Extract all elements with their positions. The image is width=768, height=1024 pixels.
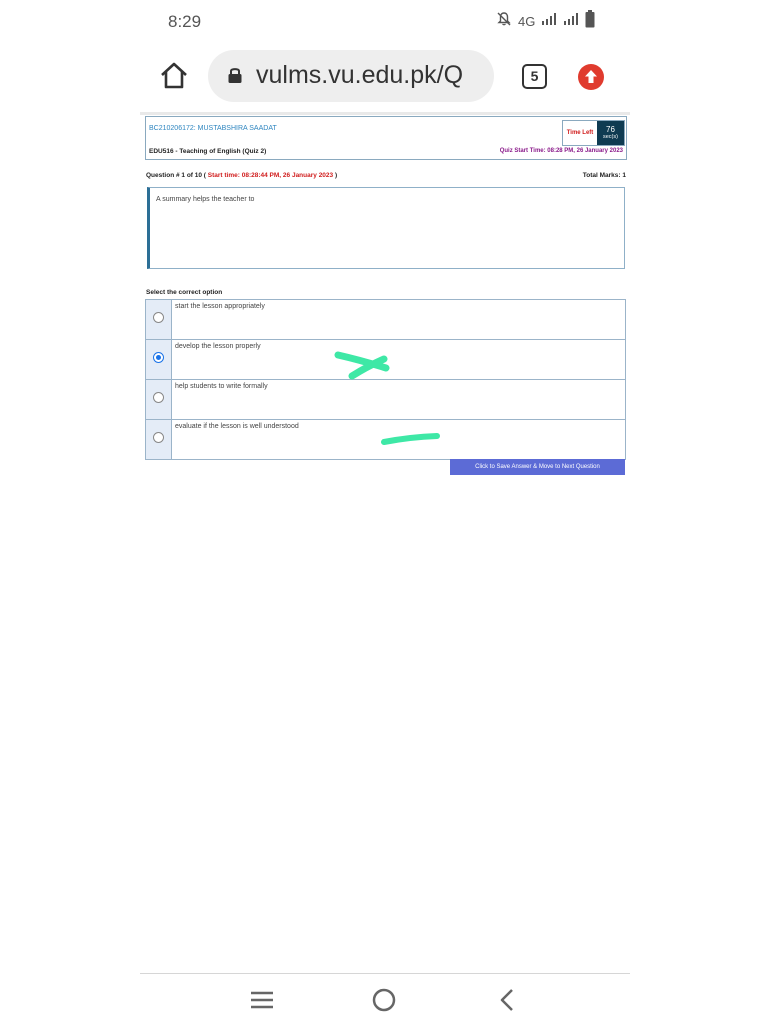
time-left-value: 76 sec(s) bbox=[597, 121, 624, 145]
quiz-start-time: Quiz Start Time: 08:28 PM, 26 January 20… bbox=[499, 148, 623, 154]
time-left-number: 76 bbox=[606, 125, 615, 134]
nav-divider bbox=[140, 973, 630, 974]
status-icons: 4G bbox=[496, 9, 595, 33]
question-number: Question # 1 of 10 ( bbox=[146, 172, 206, 179]
radio-cell bbox=[146, 340, 172, 379]
radio-cell bbox=[146, 420, 172, 459]
question-info-close: ) bbox=[334, 172, 338, 179]
home-button[interactable] bbox=[158, 60, 190, 92]
radio-cell bbox=[146, 300, 172, 339]
lock-icon bbox=[227, 66, 243, 89]
student-name: BC210206172: MUSTABSHIRA SAADAT bbox=[149, 125, 277, 132]
option-radio[interactable] bbox=[153, 352, 164, 363]
question-info: Question # 1 of 10 ( Start time: 08:28:4… bbox=[146, 172, 337, 179]
signal-icon bbox=[563, 12, 579, 31]
battery-icon bbox=[585, 9, 595, 33]
update-button[interactable] bbox=[578, 64, 604, 90]
page-divider bbox=[140, 112, 630, 115]
recents-button[interactable] bbox=[247, 985, 277, 1015]
radio-cell bbox=[146, 380, 172, 419]
quiz-header: BC210206172: MUSTABSHIRA SAADAT EDU516 -… bbox=[145, 116, 627, 160]
total-marks: Total Marks: 1 bbox=[582, 172, 626, 179]
option-radio[interactable] bbox=[153, 392, 164, 403]
menu-icon bbox=[251, 991, 273, 1009]
option-radio[interactable] bbox=[153, 312, 164, 323]
option-row[interactable]: help students to write formally bbox=[146, 380, 625, 420]
select-option-label: Select the correct option bbox=[146, 289, 223, 296]
bell-off-icon bbox=[496, 11, 512, 32]
option-label: develop the lesson properly bbox=[175, 343, 261, 350]
back-icon bbox=[500, 989, 513, 1011]
option-label: help students to write formally bbox=[175, 383, 268, 390]
status-time: 8:29 bbox=[168, 12, 202, 31]
option-radio[interactable] bbox=[153, 432, 164, 443]
course-title: EDU516 - Teaching of English (Quiz 2) bbox=[149, 148, 267, 155]
time-left-label: Time Left bbox=[563, 121, 597, 145]
time-left-box: Time Left 76 sec(s) bbox=[562, 120, 625, 146]
tab-switcher-button[interactable]: 5 bbox=[522, 64, 547, 89]
url-text: vulms.vu.edu.pk/Q bbox=[256, 61, 464, 89]
options-list: start the lesson appropriately develop t… bbox=[145, 299, 626, 460]
home-nav-button[interactable] bbox=[369, 985, 399, 1015]
option-label: evaluate if the lesson is well understoo… bbox=[175, 423, 299, 430]
option-label: start the lesson appropriately bbox=[175, 303, 265, 310]
home-circle-icon bbox=[372, 988, 396, 1012]
back-button[interactable] bbox=[492, 985, 522, 1015]
option-row[interactable]: evaluate if the lesson is well understoo… bbox=[146, 420, 625, 460]
update-icon bbox=[585, 70, 597, 83]
question-box: A summary helps the teacher to bbox=[147, 187, 625, 269]
address-bar[interactable]: vulms.vu.edu.pk/Q bbox=[208, 50, 494, 102]
save-next-button[interactable]: Click to Save Answer & Move to Next Ques… bbox=[450, 459, 625, 475]
time-left-unit: sec(s) bbox=[603, 134, 618, 140]
home-icon bbox=[161, 62, 187, 89]
option-row[interactable]: start the lesson appropriately bbox=[146, 300, 625, 340]
question-start-time: Start time: 08:28:44 PM, 26 January 2023 bbox=[207, 172, 334, 179]
network-type: 4G bbox=[518, 13, 536, 29]
signal-icon bbox=[541, 12, 557, 31]
option-row[interactable]: develop the lesson properly bbox=[146, 340, 625, 380]
question-text: A summary helps the teacher to bbox=[156, 196, 255, 203]
